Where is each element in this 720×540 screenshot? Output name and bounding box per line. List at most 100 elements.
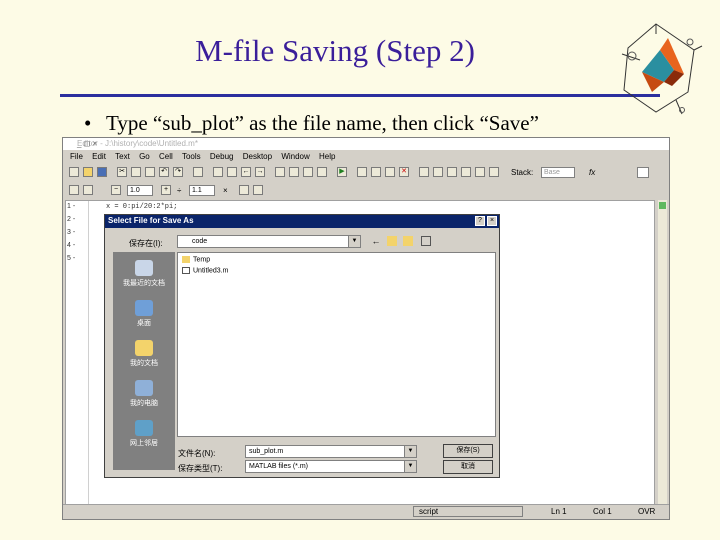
set-breakpoint-icon[interactable] — [303, 167, 313, 177]
increment-value-input[interactable]: 1.0 — [127, 185, 153, 196]
place-label: 网上邻居 — [130, 440, 158, 447]
recent-documents-icon — [135, 260, 153, 276]
editor-statusbar: script Ln 1 Col 1 OVR — [63, 504, 669, 519]
new-folder-icon[interactable] — [403, 236, 413, 246]
menu-window[interactable]: Window — [281, 152, 309, 161]
exit-debug-icon[interactable]: ✕ — [399, 167, 409, 177]
decrement-icon[interactable]: − — [111, 185, 121, 195]
undo-icon[interactable]: ↶ — [159, 167, 169, 177]
m-file-icon — [182, 267, 190, 274]
chevron-down-icon[interactable]: ▼ — [348, 236, 360, 247]
filetype-dropdown[interactable]: MATLAB files (*.m) ▼ — [245, 460, 417, 473]
stack-label: Stack: — [511, 168, 534, 177]
file-name: Untitled3.m — [193, 267, 229, 275]
clear-breakpoints-icon[interactable] — [317, 167, 327, 177]
save-icon[interactable] — [97, 167, 107, 177]
dialog-close-button[interactable]: × — [487, 216, 497, 226]
editor-toolbar-cell: − 1.0 + ÷ 1.1 × — [65, 182, 665, 199]
status-overwrite: OVR — [638, 507, 656, 516]
menu-file[interactable]: File — [70, 152, 83, 161]
code-analyzer-icon[interactable] — [289, 167, 299, 177]
cut-icon[interactable]: ✂ — [117, 167, 127, 177]
bookmark-icon[interactable] — [275, 167, 285, 177]
editor-vertical-scrollbar[interactable] — [658, 200, 667, 505]
cell-eval-advance-icon[interactable] — [83, 185, 93, 195]
stack-dropdown[interactable]: Base — [541, 167, 575, 178]
run-icon[interactable]: ▶ — [337, 167, 347, 177]
instruction-text: Type “sub_plot” as the file name, then c… — [106, 111, 539, 135]
find-icon[interactable] — [213, 167, 223, 177]
place-my-computer[interactable]: 我的电脑 — [113, 380, 175, 408]
layout-single-icon[interactable] — [447, 167, 457, 177]
multiplier-value-input[interactable]: 1.1 — [189, 185, 215, 196]
code-line: x = 0:pi/20:2*pi; — [106, 203, 178, 211]
layout-tile-icon[interactable] — [419, 167, 429, 177]
title-underline — [60, 94, 660, 97]
dialog-titlebar: Select File for Save As ? × — [105, 215, 499, 228]
save-in-dropdown[interactable]: code ▼ — [177, 235, 361, 248]
go-back-icon[interactable]: ← — [241, 167, 251, 177]
layout-stack-icon[interactable] — [433, 167, 443, 177]
go-forward-icon[interactable]: → — [255, 167, 265, 177]
my-documents-icon — [135, 340, 153, 356]
editor-toolbar-main: ✂ ↶ ↷ ← → ▶ ✕ Stack: Base fx — [65, 164, 665, 181]
redo-icon[interactable]: ↷ — [173, 167, 183, 177]
save-in-value: code — [192, 238, 208, 245]
line-number: 2 - — [67, 216, 76, 223]
filename-input[interactable]: sub_plot.m ▼ — [245, 445, 417, 458]
place-my-documents[interactable]: 我的文档 — [113, 340, 175, 368]
multiply-label[interactable]: × — [223, 186, 228, 195]
back-arrow-icon[interactable]: ← — [371, 236, 381, 246]
fx-icon[interactable]: fx — [589, 168, 595, 177]
step-icon[interactable] — [357, 167, 367, 177]
menu-tools[interactable]: Tools — [182, 152, 201, 161]
step-out-icon[interactable] — [385, 167, 395, 177]
line-number-gutter: 1 - 2 - 3 - 4 - 5 - — [66, 201, 89, 504]
chevron-down-icon[interactable]: ▼ — [404, 446, 416, 457]
file-name: Temp — [193, 256, 211, 264]
menu-cell[interactable]: Cell — [159, 152, 173, 161]
cell-mode-alt-icon[interactable] — [253, 185, 263, 195]
instruction-bullet: • Type “sub_plot” as the file name, then … — [84, 111, 539, 136]
cancel-button[interactable]: 取消 — [443, 460, 493, 474]
my-computer-icon — [135, 380, 153, 396]
function-browser-icon[interactable] — [227, 167, 237, 177]
dialog-help-button[interactable]: ? — [475, 216, 485, 226]
divide-label: ÷ — [177, 186, 182, 195]
editor-window-controls[interactable]: _ ◻ × — [77, 139, 663, 148]
new-file-icon[interactable] — [69, 167, 79, 177]
layout-right-icon[interactable] — [489, 167, 499, 177]
up-folder-icon[interactable] — [387, 236, 397, 246]
dock-checkbox[interactable] — [637, 167, 649, 178]
file-list[interactable]: Temp Untitled3.m — [177, 252, 496, 437]
menu-text[interactable]: Text — [115, 152, 130, 161]
place-desktop[interactable]: 桌面 — [113, 300, 175, 328]
copy-icon[interactable] — [131, 167, 141, 177]
list-item[interactable]: Untitled3.m — [182, 267, 228, 274]
print-icon[interactable] — [193, 167, 203, 177]
layout-split-icon[interactable] — [461, 167, 471, 177]
menu-help[interactable]: Help — [319, 152, 335, 161]
status-line: Ln 1 — [551, 507, 567, 516]
menu-go[interactable]: Go — [139, 152, 150, 161]
chevron-down-icon[interactable]: ▼ — [404, 461, 416, 472]
folder-icon — [182, 256, 190, 263]
menu-desktop[interactable]: Desktop — [243, 152, 272, 161]
save-button[interactable]: 保存(S) — [443, 444, 493, 458]
cell-mode-icon[interactable] — [239, 185, 249, 195]
menu-edit[interactable]: Edit — [92, 152, 106, 161]
list-item[interactable]: Temp — [182, 256, 210, 263]
open-folder-icon[interactable] — [83, 167, 93, 177]
editor-menubar: File Edit Text Go Cell Tools Debug Deskt… — [63, 150, 669, 163]
paste-icon[interactable] — [145, 167, 155, 177]
save-in-label: 保存在(I): — [129, 239, 163, 248]
view-menu-icon[interactable] — [421, 236, 431, 246]
place-recent[interactable]: 我最近的文档 — [113, 260, 175, 288]
filename-label: 文件名(N): — [178, 449, 216, 458]
layout-left-icon[interactable] — [475, 167, 485, 177]
step-in-icon[interactable] — [371, 167, 381, 177]
place-network[interactable]: 网上邻居 — [113, 420, 175, 448]
menu-debug[interactable]: Debug — [210, 152, 234, 161]
add-icon[interactable]: + — [161, 185, 171, 195]
cell-eval-icon[interactable] — [69, 185, 79, 195]
